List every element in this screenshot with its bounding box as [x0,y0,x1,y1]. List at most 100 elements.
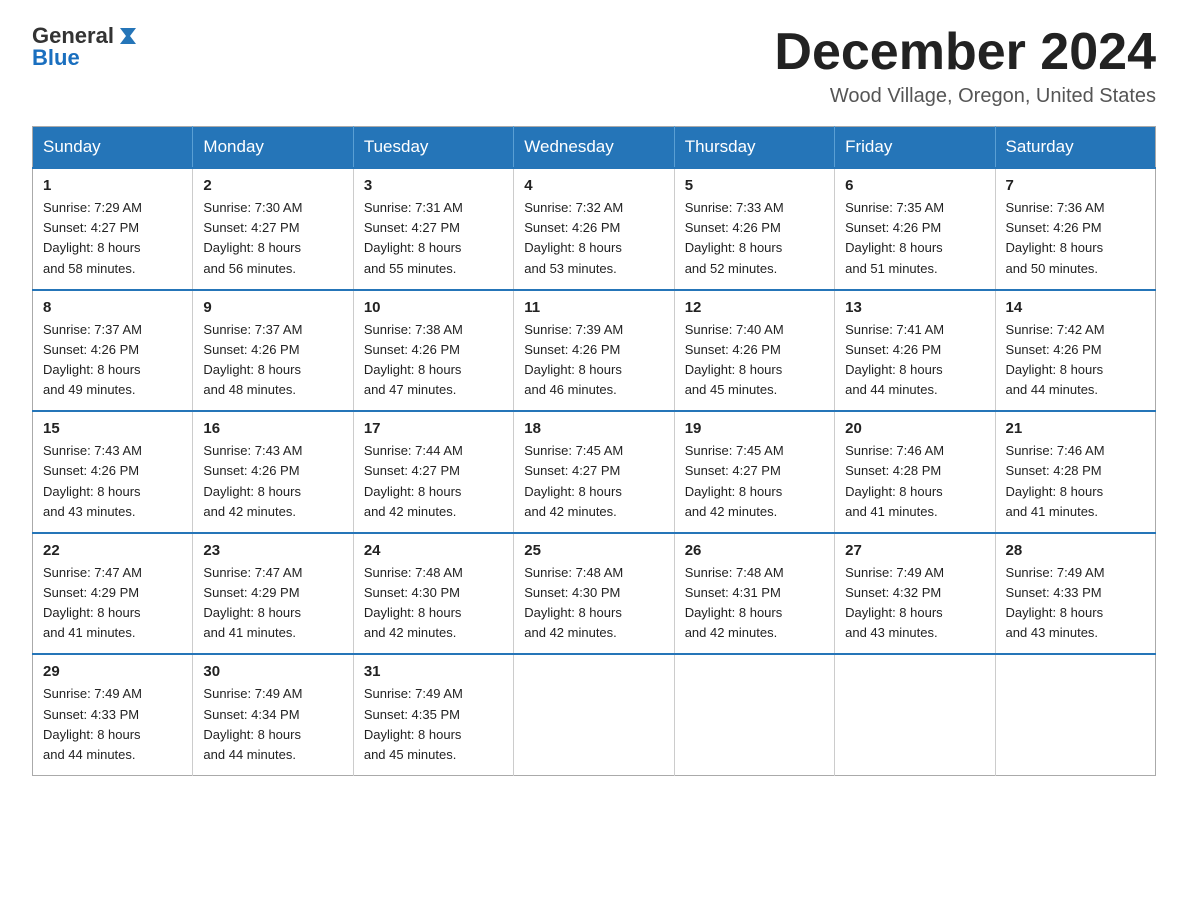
day-info: Sunrise: 7:49 AM Sunset: 4:35 PM Dayligh… [364,684,503,765]
calendar-day-cell: 8 Sunrise: 7:37 AM Sunset: 4:26 PM Dayli… [33,290,193,412]
day-number: 6 [845,177,984,194]
day-info: Sunrise: 7:43 AM Sunset: 4:26 PM Dayligh… [43,441,182,522]
day-info: Sunrise: 7:37 AM Sunset: 4:26 PM Dayligh… [43,320,182,401]
day-number: 16 [203,420,342,437]
calendar-day-cell: 1 Sunrise: 7:29 AM Sunset: 4:27 PM Dayli… [33,168,193,290]
day-info: Sunrise: 7:41 AM Sunset: 4:26 PM Dayligh… [845,320,984,401]
day-info: Sunrise: 7:47 AM Sunset: 4:29 PM Dayligh… [43,563,182,644]
day-number: 14 [1006,299,1145,316]
day-number: 31 [364,663,503,680]
calendar-day-cell: 3 Sunrise: 7:31 AM Sunset: 4:27 PM Dayli… [353,168,513,290]
day-number: 22 [43,542,182,559]
calendar-day-cell: 18 Sunrise: 7:45 AM Sunset: 4:27 PM Dayl… [514,411,674,533]
calendar-day-cell [674,654,834,775]
day-of-week-header: Wednesday [514,127,674,169]
logo-flag-icon [116,24,140,48]
calendar-table: SundayMondayTuesdayWednesdayThursdayFrid… [32,126,1156,776]
day-info: Sunrise: 7:35 AM Sunset: 4:26 PM Dayligh… [845,198,984,279]
day-info: Sunrise: 7:46 AM Sunset: 4:28 PM Dayligh… [1006,441,1145,522]
day-number: 28 [1006,542,1145,559]
day-info: Sunrise: 7:49 AM Sunset: 4:33 PM Dayligh… [43,684,182,765]
day-info: Sunrise: 7:48 AM Sunset: 4:30 PM Dayligh… [524,563,663,644]
calendar-day-cell: 5 Sunrise: 7:33 AM Sunset: 4:26 PM Dayli… [674,168,834,290]
day-info: Sunrise: 7:46 AM Sunset: 4:28 PM Dayligh… [845,441,984,522]
calendar-day-cell: 19 Sunrise: 7:45 AM Sunset: 4:27 PM Dayl… [674,411,834,533]
day-number: 9 [203,299,342,316]
calendar-day-cell: 9 Sunrise: 7:37 AM Sunset: 4:26 PM Dayli… [193,290,353,412]
day-info: Sunrise: 7:39 AM Sunset: 4:26 PM Dayligh… [524,320,663,401]
day-number: 29 [43,663,182,680]
calendar-week-row: 22 Sunrise: 7:47 AM Sunset: 4:29 PM Dayl… [33,533,1156,655]
day-number: 23 [203,542,342,559]
day-info: Sunrise: 7:48 AM Sunset: 4:31 PM Dayligh… [685,563,824,644]
day-number: 21 [1006,420,1145,437]
day-number: 18 [524,420,663,437]
calendar-day-cell: 30 Sunrise: 7:49 AM Sunset: 4:34 PM Dayl… [193,654,353,775]
calendar-day-cell: 29 Sunrise: 7:49 AM Sunset: 4:33 PM Dayl… [33,654,193,775]
day-of-week-header: Sunday [33,127,193,169]
calendar-day-cell: 2 Sunrise: 7:30 AM Sunset: 4:27 PM Dayli… [193,168,353,290]
calendar-day-cell: 21 Sunrise: 7:46 AM Sunset: 4:28 PM Dayl… [995,411,1155,533]
day-of-week-header: Tuesday [353,127,513,169]
calendar-week-row: 15 Sunrise: 7:43 AM Sunset: 4:26 PM Dayl… [33,411,1156,533]
calendar-day-cell: 10 Sunrise: 7:38 AM Sunset: 4:26 PM Dayl… [353,290,513,412]
day-number: 17 [364,420,503,437]
day-of-week-header: Thursday [674,127,834,169]
calendar-day-cell: 25 Sunrise: 7:48 AM Sunset: 4:30 PM Dayl… [514,533,674,655]
calendar-day-cell: 17 Sunrise: 7:44 AM Sunset: 4:27 PM Dayl… [353,411,513,533]
day-info: Sunrise: 7:42 AM Sunset: 4:26 PM Dayligh… [1006,320,1145,401]
day-info: Sunrise: 7:38 AM Sunset: 4:26 PM Dayligh… [364,320,503,401]
day-number: 13 [845,299,984,316]
calendar-day-cell [835,654,995,775]
calendar-week-row: 1 Sunrise: 7:29 AM Sunset: 4:27 PM Dayli… [33,168,1156,290]
calendar-day-cell [514,654,674,775]
calendar-day-cell: 16 Sunrise: 7:43 AM Sunset: 4:26 PM Dayl… [193,411,353,533]
calendar-day-cell: 6 Sunrise: 7:35 AM Sunset: 4:26 PM Dayli… [835,168,995,290]
calendar-day-cell: 15 Sunrise: 7:43 AM Sunset: 4:26 PM Dayl… [33,411,193,533]
day-info: Sunrise: 7:45 AM Sunset: 4:27 PM Dayligh… [685,441,824,522]
day-number: 26 [685,542,824,559]
calendar-day-cell [995,654,1155,775]
calendar-week-row: 8 Sunrise: 7:37 AM Sunset: 4:26 PM Dayli… [33,290,1156,412]
calendar-day-cell: 26 Sunrise: 7:48 AM Sunset: 4:31 PM Dayl… [674,533,834,655]
page-header: General Blue December 2024 Wood Village,… [32,24,1156,108]
day-info: Sunrise: 7:44 AM Sunset: 4:27 PM Dayligh… [364,441,503,522]
day-info: Sunrise: 7:43 AM Sunset: 4:26 PM Dayligh… [203,441,342,522]
day-number: 2 [203,177,342,194]
calendar-header-row: SundayMondayTuesdayWednesdayThursdayFrid… [33,127,1156,169]
day-number: 7 [1006,177,1145,194]
day-number: 27 [845,542,984,559]
day-number: 12 [685,299,824,316]
calendar-day-cell: 28 Sunrise: 7:49 AM Sunset: 4:33 PM Dayl… [995,533,1155,655]
day-number: 10 [364,299,503,316]
calendar-week-row: 29 Sunrise: 7:49 AM Sunset: 4:33 PM Dayl… [33,654,1156,775]
day-info: Sunrise: 7:40 AM Sunset: 4:26 PM Dayligh… [685,320,824,401]
day-info: Sunrise: 7:31 AM Sunset: 4:27 PM Dayligh… [364,198,503,279]
day-info: Sunrise: 7:30 AM Sunset: 4:27 PM Dayligh… [203,198,342,279]
day-info: Sunrise: 7:29 AM Sunset: 4:27 PM Dayligh… [43,198,182,279]
day-of-week-header: Friday [835,127,995,169]
month-title: December 2024 [774,24,1156,81]
day-number: 30 [203,663,342,680]
day-number: 8 [43,299,182,316]
calendar-day-cell: 4 Sunrise: 7:32 AM Sunset: 4:26 PM Dayli… [514,168,674,290]
logo: General Blue [32,24,140,70]
calendar-day-cell: 20 Sunrise: 7:46 AM Sunset: 4:28 PM Dayl… [835,411,995,533]
day-number: 15 [43,420,182,437]
calendar-day-cell: 7 Sunrise: 7:36 AM Sunset: 4:26 PM Dayli… [995,168,1155,290]
calendar-day-cell: 22 Sunrise: 7:47 AM Sunset: 4:29 PM Dayl… [33,533,193,655]
day-number: 4 [524,177,663,194]
title-area: December 2024 Wood Village, Oregon, Unit… [774,24,1156,108]
day-number: 11 [524,299,663,316]
day-info: Sunrise: 7:48 AM Sunset: 4:30 PM Dayligh… [364,563,503,644]
calendar-day-cell: 11 Sunrise: 7:39 AM Sunset: 4:26 PM Dayl… [514,290,674,412]
day-info: Sunrise: 7:37 AM Sunset: 4:26 PM Dayligh… [203,320,342,401]
calendar-day-cell: 31 Sunrise: 7:49 AM Sunset: 4:35 PM Dayl… [353,654,513,775]
day-info: Sunrise: 7:49 AM Sunset: 4:34 PM Dayligh… [203,684,342,765]
day-info: Sunrise: 7:33 AM Sunset: 4:26 PM Dayligh… [685,198,824,279]
day-number: 5 [685,177,824,194]
day-info: Sunrise: 7:32 AM Sunset: 4:26 PM Dayligh… [524,198,663,279]
calendar-day-cell: 13 Sunrise: 7:41 AM Sunset: 4:26 PM Dayl… [835,290,995,412]
day-of-week-header: Monday [193,127,353,169]
day-number: 3 [364,177,503,194]
